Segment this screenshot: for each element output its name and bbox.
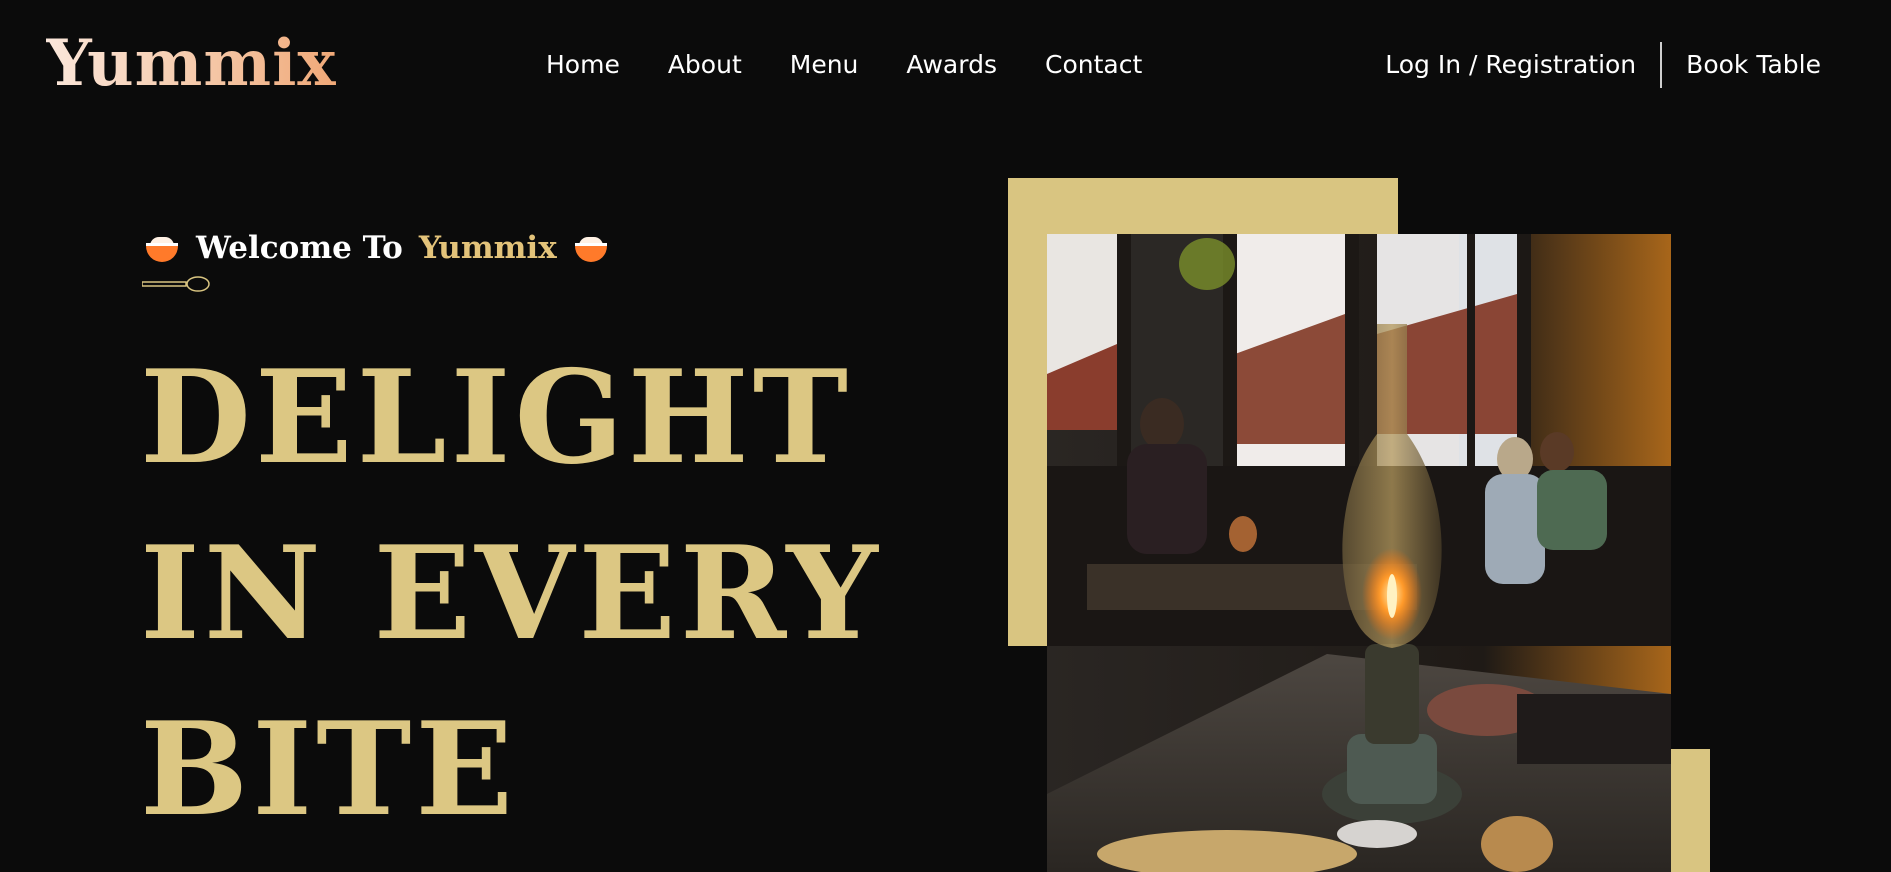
landing-page: Yummix Home About Menu Awards Contact Lo…: [0, 0, 1891, 872]
nav-menu[interactable]: Menu: [790, 48, 859, 82]
main-nav: Home About Menu Awards Contact: [546, 48, 1142, 82]
nav-contact[interactable]: Contact: [1045, 48, 1142, 82]
decorative-gold-bar: [1671, 749, 1710, 872]
spoon-divider-icon: [142, 276, 210, 292]
nav-awards[interactable]: Awards: [906, 48, 997, 82]
header-actions: Log In / Registration Book Table: [1385, 42, 1821, 88]
nav-home[interactable]: Home: [546, 48, 620, 82]
nav-about[interactable]: About: [668, 48, 742, 82]
header-divider: [1660, 42, 1663, 88]
restaurant-photo: [1047, 234, 1671, 872]
login-link[interactable]: Log In / Registration: [1385, 48, 1636, 82]
bowl-icon: [574, 235, 607, 262]
headline-line: IN EVERY: [140, 519, 882, 669]
welcome-prefix: Welcome To: [196, 230, 403, 266]
welcome-tagline: Welcome To Yummix: [146, 226, 607, 270]
welcome-brand: Yummix: [418, 230, 557, 266]
book-table-link[interactable]: Book Table: [1686, 48, 1821, 82]
bowl-icon: [146, 235, 178, 262]
headline-line: DELIGHT: [140, 343, 852, 493]
logo[interactable]: Yummix: [46, 26, 337, 102]
headline-line: BITE: [140, 695, 517, 845]
hero-headline: DELIGHT IN EVERY BITE: [140, 330, 882, 858]
